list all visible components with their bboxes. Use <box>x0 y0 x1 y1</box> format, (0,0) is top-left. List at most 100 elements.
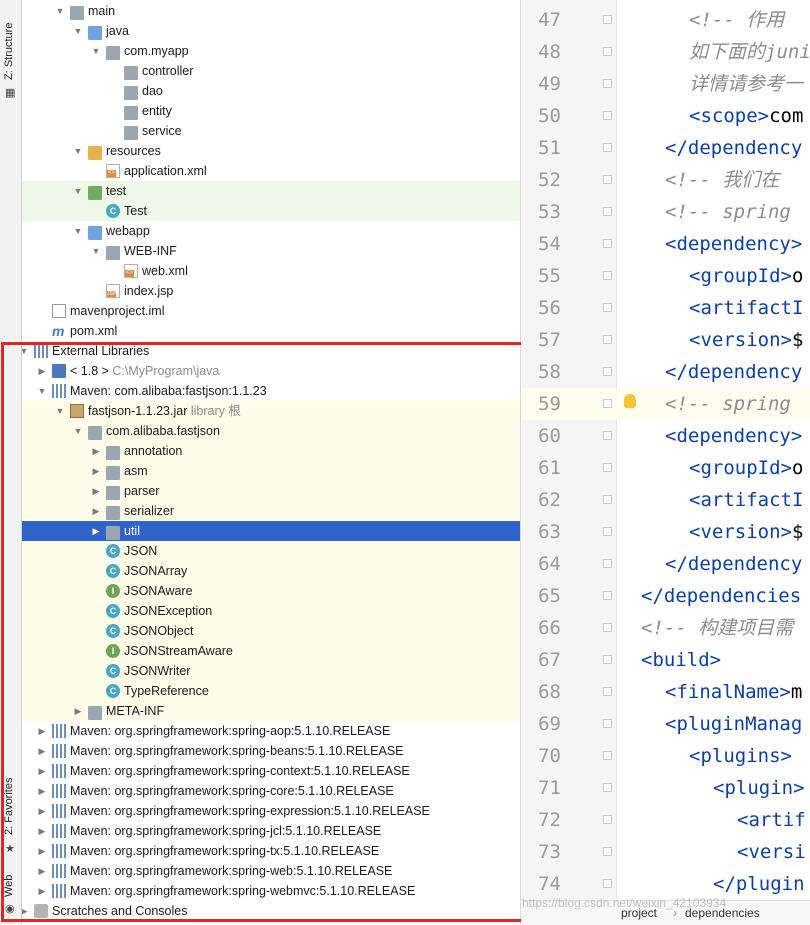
tree-node-fastjson-1-1-23-jar[interactable]: ▼ fastjson-1.1.23.jar library 根 <box>22 401 520 421</box>
code-line[interactable]: 47 <!-- 作用 <box>521 4 810 36</box>
tree-node-maven-org-springframework-spring-expression-5-1-10-release[interactable]: ▶ Maven: org.springframework:spring-expre… <box>22 801 520 821</box>
tree-node-web-xml[interactable]: web.xml <box>22 261 520 281</box>
code-line[interactable]: 59 <!-- spring <box>521 388 810 420</box>
collapse-arrow-icon[interactable]: ▼ <box>72 21 84 41</box>
collapse-arrow-icon[interactable]: ▼ <box>90 241 102 261</box>
collapse-arrow-icon[interactable]: ▼ <box>36 381 48 401</box>
fold-marker-icon[interactable] <box>603 847 612 856</box>
tree-node-maven-org-springframework-spring-beans-5-1-10-release[interactable]: ▶ Maven: org.springframework:spring-beans… <box>22 741 520 761</box>
code-line[interactable]: 61 <groupId>o <box>521 452 810 484</box>
tree-node-test[interactable]: C Test <box>22 201 520 221</box>
code-line[interactable]: 68 <finalName>m <box>521 676 810 708</box>
expand-arrow-icon[interactable]: ▶ <box>36 821 48 841</box>
code-line[interactable]: 53 <!-- spring <box>521 196 810 228</box>
tree-node-1-8[interactable]: ▶ < 1.8 > C:\MyProgram\java <box>22 361 520 381</box>
code-line[interactable]: 60 <dependency> <box>521 420 810 452</box>
structure-icon[interactable]: ▦ <box>5 86 15 99</box>
tree-node-application-xml[interactable]: application.xml <box>22 161 520 181</box>
tree-node-java[interactable]: ▼ java <box>22 21 520 41</box>
tree-node-maven-org-springframework-spring-tx-5-1-10-release[interactable]: ▶ Maven: org.springframework:spring-tx:5.… <box>22 841 520 861</box>
expand-arrow-icon[interactable]: ▶ <box>72 701 84 721</box>
tree-node-annotation[interactable]: ▶ annotation <box>22 441 520 461</box>
code-line[interactable]: 69 <pluginManag <box>521 708 810 740</box>
collapse-arrow-icon[interactable]: ▼ <box>72 141 84 161</box>
collapse-arrow-icon[interactable]: ▼ <box>22 341 30 361</box>
code-line[interactable]: 62 <artifactI <box>521 484 810 516</box>
fold-marker-icon[interactable] <box>603 15 612 24</box>
code-line[interactable]: 57 <version>$ <box>521 324 810 356</box>
tree-node-maven-org-springframework-spring-core-5-1-10-release[interactable]: ▶ Maven: org.springframework:spring-core:… <box>22 781 520 801</box>
code-editor[interactable]: 47 <!-- 作用 48 如下面的juni 49 详情请参考一 50 <scope>com 5… <box>521 0 810 924</box>
tree-node-main[interactable]: ▼ main <box>22 1 520 21</box>
expand-arrow-icon[interactable]: ▶ <box>36 721 48 741</box>
collapse-arrow-icon[interactable]: ▼ <box>90 41 102 61</box>
fold-marker-icon[interactable] <box>603 623 612 632</box>
intention-bulb-icon[interactable] <box>624 394 636 408</box>
tree-node-entity[interactable]: entity <box>22 101 520 121</box>
code-line[interactable]: 65 </dependencies <box>521 580 810 612</box>
tree-node-external-libraries[interactable]: ▼ External Libraries <box>22 341 520 361</box>
fold-marker-icon[interactable] <box>603 47 612 56</box>
tree-node-scratches-and-consoles[interactable]: ▶ Scratches and Consoles <box>22 901 520 921</box>
fold-marker-icon[interactable] <box>603 591 612 600</box>
favorites-star-icon[interactable]: ★ <box>5 842 15 855</box>
tree-node-web-inf[interactable]: ▼ WEB-INF <box>22 241 520 261</box>
expand-arrow-icon[interactable]: ▶ <box>36 761 48 781</box>
code-line[interactable]: 56 <artifactI <box>521 292 810 324</box>
fold-marker-icon[interactable] <box>603 335 612 344</box>
tree-node-jsonaware[interactable]: I JSONAware <box>22 581 520 601</box>
tree-node-pom-xml[interactable]: m pom.xml <box>22 321 520 341</box>
collapse-arrow-icon[interactable]: ▼ <box>72 421 84 441</box>
code-line[interactable]: 52 <!-- 我们在 <box>521 164 810 196</box>
collapse-arrow-icon[interactable]: ▼ <box>72 181 84 201</box>
fold-marker-icon[interactable] <box>603 79 612 88</box>
expand-arrow-icon[interactable]: ▶ <box>36 741 48 761</box>
expand-arrow-icon[interactable]: ▶ <box>36 801 48 821</box>
fold-marker-icon[interactable] <box>603 367 612 376</box>
fold-marker-icon[interactable] <box>603 815 612 824</box>
tree-node-service[interactable]: service <box>22 121 520 141</box>
fold-marker-icon[interactable] <box>603 175 612 184</box>
code-line[interactable]: 55 <groupId>o <box>521 260 810 292</box>
fold-marker-icon[interactable] <box>603 271 612 280</box>
expand-arrow-icon[interactable]: ▶ <box>90 481 102 501</box>
tree-node-json[interactable]: C JSON <box>22 541 520 561</box>
expand-arrow-icon[interactable]: ▶ <box>90 461 102 481</box>
tree-node-asm[interactable]: ▶ asm <box>22 461 520 481</box>
code-line[interactable]: 72 <artif <box>521 804 810 836</box>
tree-node-serializer[interactable]: ▶ serializer <box>22 501 520 521</box>
code-line[interactable]: 58 </dependency <box>521 356 810 388</box>
structure-tab[interactable]: Z: Structure <box>3 23 15 80</box>
collapse-arrow-icon[interactable]: ▼ <box>72 221 84 241</box>
expand-arrow-icon[interactable]: ▶ <box>36 841 48 861</box>
code-line[interactable]: 63 <version>$ <box>521 516 810 548</box>
code-line[interactable]: 67 <build> <box>521 644 810 676</box>
tree-node-typereference[interactable]: C TypeReference <box>22 681 520 701</box>
tree-node-resources[interactable]: ▼ resources <box>22 141 520 161</box>
code-line[interactable]: 71 <plugin> <box>521 772 810 804</box>
tree-node-test[interactable]: ▼ test <box>22 181 520 201</box>
code-line[interactable]: 54 <dependency> <box>521 228 810 260</box>
fold-marker-icon[interactable] <box>603 559 612 568</box>
code-line[interactable]: 50 <scope>com <box>521 100 810 132</box>
fold-marker-icon[interactable] <box>603 207 612 216</box>
tree-node-util[interactable]: ▶ util <box>22 521 520 541</box>
expand-arrow-icon[interactable]: ▶ <box>90 441 102 461</box>
code-line[interactable]: 51 </dependency <box>521 132 810 164</box>
fold-marker-icon[interactable] <box>603 239 612 248</box>
fold-marker-icon[interactable] <box>603 495 612 504</box>
expand-arrow-icon[interactable]: ▶ <box>36 881 48 901</box>
tree-node-jsonarray[interactable]: C JSONArray <box>22 561 520 581</box>
fold-marker-icon[interactable] <box>603 463 612 472</box>
web-icon[interactable]: ◉ <box>5 902 15 915</box>
tree-node-maven-org-springframework-spring-aop-5-1-10-release[interactable]: ▶ Maven: org.springframework:spring-aop:5… <box>22 721 520 741</box>
favorites-tab[interactable]: 2: Favorites <box>3 778 15 835</box>
code-line[interactable]: 70 <plugins> <box>521 740 810 772</box>
fold-marker-icon[interactable] <box>603 879 612 888</box>
fold-marker-icon[interactable] <box>603 399 612 408</box>
collapse-arrow-icon[interactable]: ▼ <box>54 1 66 21</box>
fold-marker-icon[interactable] <box>603 143 612 152</box>
code-line[interactable]: 73 <versi <box>521 836 810 868</box>
code-line[interactable]: 66 <!-- 构建项目需 <box>521 612 810 644</box>
fold-marker-icon[interactable] <box>603 303 612 312</box>
